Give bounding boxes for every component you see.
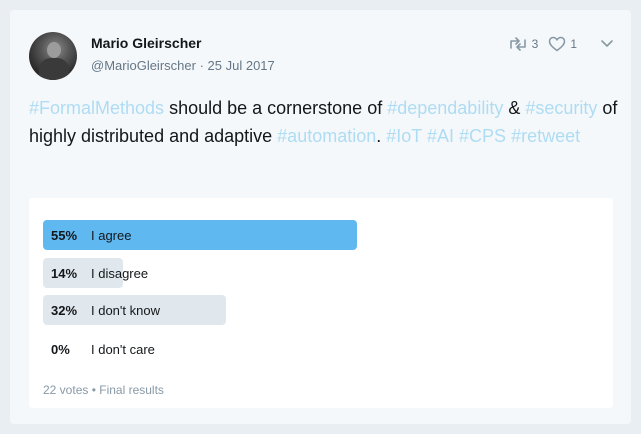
hashtag-link[interactable]: #security [525,98,597,118]
hashtag-link[interactable]: #AI [427,126,454,146]
tweet-text: #FormalMethods should be a cornerstone o… [29,94,625,150]
poll-footer: 22 votes • Final results [43,383,164,397]
poll-percent: 14% [51,266,78,281]
poll: 55% I agree 14% I disagree 32% I don't know 0%… [29,198,613,408]
hashtag-link[interactable]: #automation [277,126,376,146]
tweet-text-segment: & [503,98,526,118]
poll-option-label: I agree [91,228,132,243]
author-handle[interactable]: @MarioGleirscher [91,58,196,73]
retweet-button[interactable]: 3 [508,37,539,51]
poll-percent: 32% [51,303,78,318]
poll-option: 55% I agree [43,220,603,250]
hashtag-link[interactable]: #dependability [387,98,503,118]
avatar-head [47,42,61,58]
poll-option: 0% I don't care [43,334,603,364]
like-count: 1 [570,37,577,51]
heart-icon [549,36,566,52]
retweet-icon [509,37,526,51]
poll-option-label: I disagree [91,266,149,281]
poll-option: 32% I don't know [43,295,603,325]
retweet-count: 3 [531,37,539,51]
tweet-actions: 3 1 [508,36,617,52]
hashtag-link[interactable]: #CPS [459,126,506,146]
author-meta: @MarioGleirscher · 25 Jul 2017 [91,58,275,73]
chevron-down-icon[interactable] [597,37,617,51]
poll-option: 14% I disagree [43,258,603,288]
meta-separator: · [199,58,208,73]
tweet-text-segment: . [376,126,387,146]
poll-option-label: I don't know [91,303,160,318]
poll-percent: 0% [51,342,70,357]
tweet-date[interactable]: 25 Jul 2017 [208,58,275,73]
tweet-text-segment: should be a cornerstone of [164,98,388,118]
avatar-body [39,58,69,80]
avatar[interactable] [29,32,77,80]
hashtag-link[interactable]: #FormalMethods [29,98,164,118]
poll-option-label: I don't care [91,342,155,357]
poll-percent: 55% [51,228,78,243]
like-button[interactable]: 1 [548,36,577,52]
hashtag-link[interactable]: #retweet [511,126,580,146]
author-name[interactable]: Mario Gleirscher [91,35,202,51]
hashtag-link[interactable]: #IoT [386,126,422,146]
tweet-card: Mario Gleirscher @MarioGleirscher · 25 J… [10,10,631,424]
